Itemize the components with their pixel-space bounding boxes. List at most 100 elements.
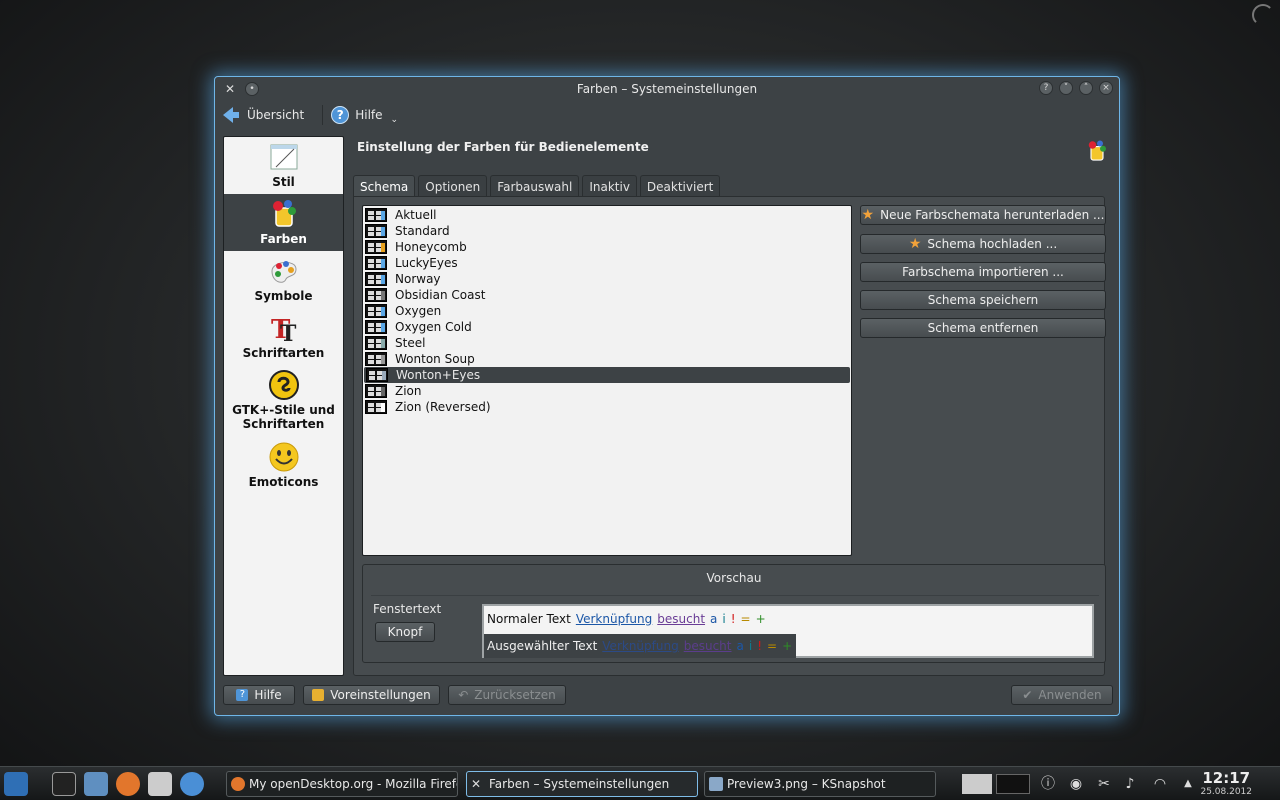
help-icon: ? [331, 106, 350, 124]
preview-button[interactable]: Knopf [375, 622, 435, 642]
wifi-icon[interactable]: ◠ [1150, 774, 1170, 794]
preview-title: Vorschau [706, 571, 762, 585]
clock-time: 12:17 [1202, 769, 1251, 787]
scheme-swatch-icon [365, 224, 387, 238]
tab-schema[interactable]: Schema [353, 175, 416, 197]
overview-button[interactable]: Übersicht [223, 107, 304, 123]
preview-content: Fenstertext Knopf Normaler Text Verknüpf… [371, 595, 1099, 659]
defaults-button[interactable]: Voreinstellungen [303, 685, 440, 705]
tab-deaktiviert[interactable]: Deaktiviert [639, 175, 721, 197]
selected-neutral-sample: = [767, 639, 778, 653]
sidebar-item-schriftarten[interactable]: T T Schriftarten [224, 308, 343, 365]
help-title-icon[interactable]: ? [1039, 81, 1053, 95]
neutral-text-sample: = [740, 612, 751, 626]
scheme-swatch-icon [365, 240, 387, 254]
help-label: Hilfe [355, 108, 383, 122]
preview-selected-visited-link[interactable]: besucht [684, 639, 732, 653]
task-firefox[interactable]: My openDesktop.org - Mozilla Firefox [226, 771, 458, 797]
list-item-selected[interactable]: Wonton+Eyes [364, 367, 850, 383]
selected-active-sample: a [736, 639, 744, 653]
mail-icon[interactable] [148, 772, 172, 796]
list-item[interactable]: Obsidian Coast [363, 287, 851, 303]
list-item[interactable]: Honeycomb [363, 239, 851, 255]
style-icon [270, 144, 297, 170]
list-item[interactable]: Wonton Soup [363, 351, 851, 367]
tray-expand-icon[interactable]: ▲ [1178, 774, 1198, 794]
task-ksnapshot[interactable]: Preview3.png – KSnapshot [704, 771, 936, 797]
list-item[interactable]: Standard [363, 223, 851, 239]
active-text-sample: a [710, 612, 718, 626]
scheme-actions: ★ Neue Farbschemata herunterladen ... ★ … [860, 205, 1106, 346]
help-icon: ? [236, 689, 249, 701]
gtk-icon [268, 370, 299, 400]
tab-optionen[interactable]: Optionen [418, 175, 488, 197]
sidebar-label-stil: Stil [272, 175, 295, 189]
tab-inaktiv[interactable]: Inaktiv [582, 175, 637, 197]
sidebar-item-emoticons[interactable]: Emoticons [224, 437, 343, 494]
clock[interactable]: 12:17 25.08.2012 [1200, 769, 1252, 797]
kde-menu-icon[interactable] [4, 772, 28, 796]
scheme-swatch-icon [365, 400, 387, 414]
save-scheme-button[interactable]: Schema speichern [860, 290, 1106, 310]
scheme-swatch-icon [365, 208, 387, 222]
list-item[interactable]: LuckyEyes [363, 255, 851, 271]
fonts-icon: T T [271, 315, 297, 344]
desktop-pager-icon[interactable] [996, 774, 1030, 794]
remove-scheme-button[interactable]: Schema entfernen [860, 318, 1106, 338]
window-title: Farben – Systemeinstellungen [576, 82, 758, 96]
scheme-swatch-icon [365, 352, 387, 366]
info-icon[interactable]: ⓘ [1038, 774, 1058, 794]
scheme-list[interactable]: Aktuell Standard Honeycomb LuckyEyes Nor… [362, 205, 852, 556]
pager-icon[interactable] [962, 774, 992, 794]
terminal-icon[interactable] [52, 772, 76, 796]
colors-heading-icon [1088, 140, 1106, 161]
preview-visited-link[interactable]: besucht [657, 612, 705, 626]
undo-icon: ↶ [458, 688, 469, 702]
window-menu-icon[interactable]: • [245, 82, 259, 96]
list-item[interactable]: Zion [363, 383, 851, 399]
list-item[interactable]: Oxygen [363, 303, 851, 319]
list-item[interactable]: Norway [363, 271, 851, 287]
preview-group: Vorschau Fenstertext Knopf Normaler Text… [362, 564, 1106, 663]
volume-icon[interactable]: ♪ [1120, 774, 1140, 794]
sidebar-item-symbole[interactable]: Symbole [224, 251, 343, 308]
preview-link[interactable]: Verknüpfung [576, 612, 652, 626]
list-item[interactable]: Steel [363, 335, 851, 351]
tools-icon[interactable]: ✕ [223, 82, 237, 96]
defaults-icon [312, 689, 325, 701]
list-item[interactable]: Zion (Reversed) [363, 399, 851, 415]
page-title: Einstellung der Farben für Bedienelement… [357, 140, 649, 154]
import-scheme-button[interactable]: Farbschema importieren ... [860, 262, 1106, 282]
apply-button[interactable]: ✔ Anwenden [1011, 685, 1113, 705]
clipboard-icon[interactable]: ✂ [1094, 774, 1114, 794]
minimize-icon[interactable]: ˅ [1059, 81, 1073, 95]
list-item[interactable]: Aktuell [363, 207, 851, 223]
tools-task-icon: ✕ [471, 777, 482, 791]
sidebar-item-gtk[interactable]: GTK+-Stile und Schriftarten [224, 365, 343, 437]
selected-negative-sample: ! [757, 639, 762, 653]
preview-selected-link[interactable]: Verknüpfung [602, 639, 678, 653]
close-icon[interactable]: × [1099, 81, 1113, 95]
desktop-corner-icon[interactable] [1252, 4, 1274, 26]
task-system-settings[interactable]: ✕ Farben – Systemeinstellungen [466, 771, 698, 797]
list-item[interactable]: Oxygen Cold [363, 319, 851, 335]
preview-text-box: Normaler Text Verknüpfung besucht a i ! … [482, 604, 1094, 658]
file-manager-icon[interactable] [84, 772, 108, 796]
browser-icon[interactable] [180, 772, 204, 796]
sidebar-label-symbole: Symbole [254, 289, 313, 303]
tab-farbauswahl[interactable]: Farbauswahl [490, 175, 580, 197]
category-sidebar: Stil Farben Symbole T T Schriftarten GTK… [223, 136, 344, 676]
firefox-task-icon [231, 777, 245, 791]
maximize-icon[interactable]: ˄ [1079, 81, 1093, 95]
help-button[interactable]: ? Hilfe [223, 685, 295, 705]
upload-scheme-button[interactable]: ★ Schema hochladen ... [860, 234, 1106, 254]
download-schemes-button[interactable]: ★ Neue Farbschemata herunterladen ... [860, 205, 1106, 225]
help-menu-button[interactable]: ? Hilfe ⌄ [331, 105, 398, 125]
sidebar-item-farben[interactable]: Farben [224, 194, 343, 251]
updates-icon[interactable]: ◉ [1066, 774, 1086, 794]
title-bar[interactable]: ✕ • Farben – Systemeinstellungen ? ˅ ˄ × [215, 77, 1119, 101]
sidebar-label-schriftarten: Schriftarten [242, 346, 325, 360]
reset-button[interactable]: ↶ Zurücksetzen [448, 685, 566, 705]
sidebar-item-stil[interactable]: Stil [224, 137, 343, 194]
firefox-icon[interactable] [116, 772, 140, 796]
